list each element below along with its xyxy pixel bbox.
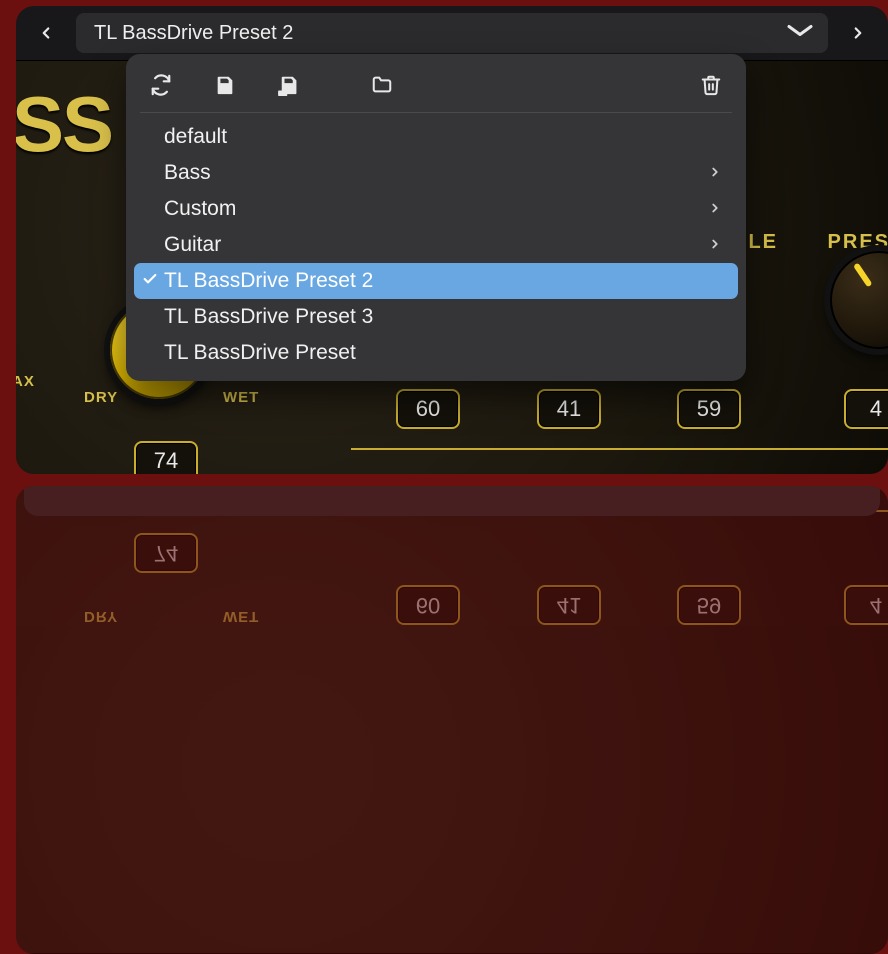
chevron-left-icon: [37, 24, 55, 42]
chevron-right-icon: [708, 237, 722, 251]
knob-indicator: [853, 262, 873, 287]
save-icon: [214, 74, 236, 96]
param-1-value[interactable]: 60: [396, 389, 460, 429]
chevron-right-icon: [708, 165, 722, 179]
preset-item-tl-bassdrive-3[interactable]: TL BassDrive Preset 3: [134, 299, 738, 335]
p1-value-reflection: 60: [396, 585, 460, 625]
preset-item-tl-bassdrive[interactable]: TL BassDrive Preset: [134, 335, 738, 371]
menu-item-label: TL BassDrive Preset 3: [164, 305, 373, 329]
wet-label: WET: [223, 389, 259, 406]
menu-item-label: TL BassDrive Preset 2: [164, 269, 373, 293]
open-folder-button[interactable]: [370, 74, 394, 96]
chevron-right-icon: [708, 201, 722, 215]
trash-icon: [700, 74, 722, 96]
param-2-value[interactable]: 41: [537, 389, 601, 429]
p3-value-reflection: 59: [677, 585, 741, 625]
submenu-indicator: [708, 161, 722, 185]
chevron-down-wide-icon: [786, 23, 814, 39]
mix-value[interactable]: 74: [134, 441, 198, 474]
param-4-value[interactable]: 4: [844, 389, 888, 429]
prev-preset-button[interactable]: [16, 6, 76, 60]
treble-label: LE: [748, 231, 778, 254]
refresh-button[interactable]: [150, 74, 172, 96]
preset-folder-custom[interactable]: Custom: [134, 191, 738, 227]
submenu-indicator: [708, 197, 722, 221]
p2-value-reflection: 41: [537, 585, 601, 625]
folder-icon: [370, 74, 394, 96]
menu-item-label: TL BassDrive Preset: [164, 341, 356, 365]
preset-item-default[interactable]: default: [134, 119, 738, 155]
preset-list: default Bass Custom Guitar TL BassDrive …: [134, 113, 738, 371]
preset-name-text: TL BassDrive Preset 2: [94, 22, 293, 45]
check-icon: [142, 269, 158, 293]
dropdown-toolbar: [140, 66, 732, 113]
presence-knob[interactable]: [830, 251, 888, 349]
next-preset-button[interactable]: [828, 6, 888, 60]
chevron-right-icon: [849, 24, 867, 42]
submenu-indicator: [708, 233, 722, 257]
menu-item-label: Guitar: [164, 233, 221, 257]
ax-label: AX: [16, 373, 35, 390]
preset-item-tl-bassdrive-2[interactable]: TL BassDrive Preset 2: [134, 263, 738, 299]
refresh-icon: [150, 74, 172, 96]
mix-value-reflection: 74: [134, 533, 198, 573]
p4-value-reflection: 4: [844, 585, 888, 625]
save-as-icon: [278, 74, 302, 96]
menu-item-label: Bass: [164, 161, 211, 185]
preset-dropdown-toggle[interactable]: [786, 22, 814, 45]
delete-button[interactable]: [700, 74, 722, 96]
preset-dropdown-menu: default Bass Custom Guitar TL BassDrive …: [126, 54, 746, 381]
menu-item-label: Custom: [164, 197, 236, 221]
dry-label: DRY: [84, 389, 118, 406]
divider: [351, 448, 888, 450]
preset-folder-bass[interactable]: Bass: [134, 155, 738, 191]
preset-name-display[interactable]: TL BassDrive Preset 2: [76, 13, 828, 53]
preset-folder-guitar[interactable]: Guitar: [134, 227, 738, 263]
menu-item-label: default: [164, 125, 227, 149]
param-3-value[interactable]: 59: [677, 389, 741, 429]
save-as-button[interactable]: [278, 74, 302, 96]
save-button[interactable]: [214, 74, 236, 96]
preset-nav-bar: TL BassDrive Preset 2: [16, 6, 888, 60]
reflection: 74 60 41 59 4 DRY WET TL BassDrive Prese…: [16, 486, 888, 954]
